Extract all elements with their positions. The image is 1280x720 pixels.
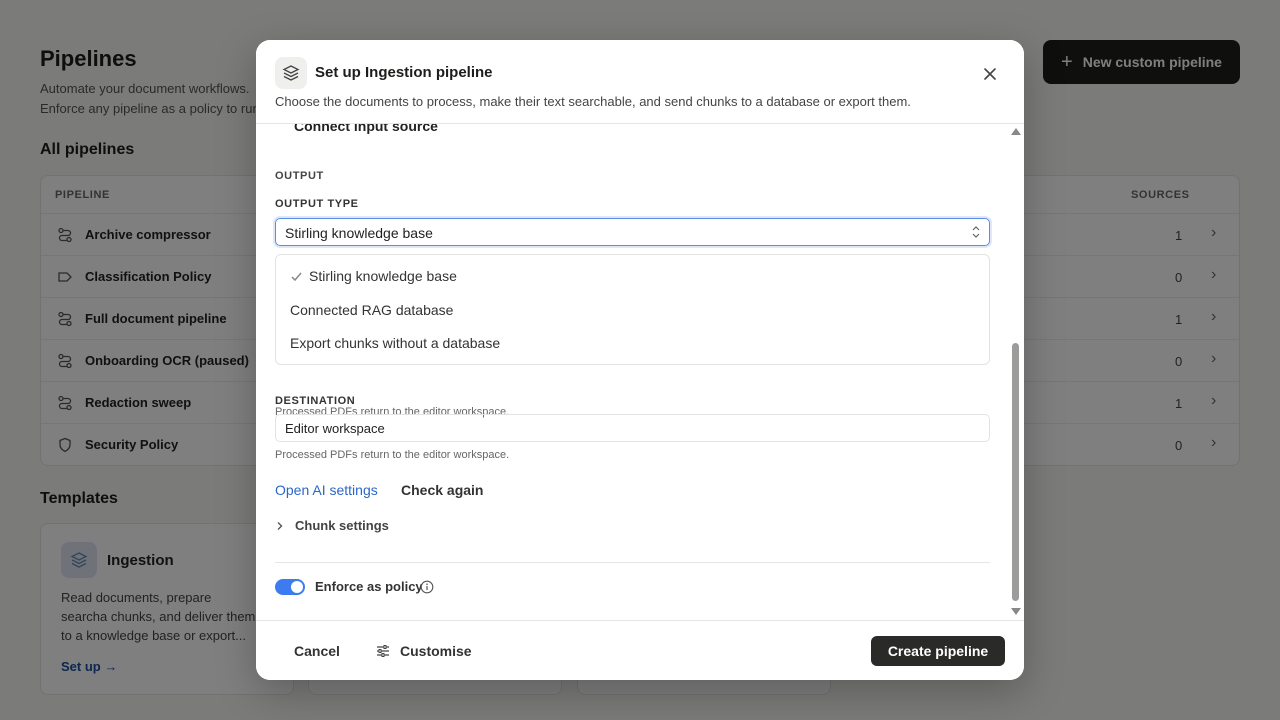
dialog-scrollbar[interactable]: [1010, 124, 1022, 620]
output-type-dropdown: Stirling knowledge base Connected RAG da…: [275, 254, 990, 365]
customise-button[interactable]: Customise: [376, 643, 472, 659]
option-label: Export chunks without a database: [290, 335, 501, 351]
open-ai-settings-link[interactable]: Open AI settings: [275, 482, 378, 498]
output-section-label: OUTPUT: [275, 170, 324, 182]
dropdown-option-stirling[interactable]: Stirling knowledge base: [290, 268, 457, 284]
scroll-down-arrow[interactable]: [1011, 608, 1021, 615]
chunk-settings-toggle[interactable]: Chunk settings: [275, 518, 389, 533]
dialog-header: Set up Ingestion pipeline Choose the doc…: [256, 40, 1024, 124]
cancel-button[interactable]: Cancel: [294, 643, 340, 659]
enforce-policy-switch[interactable]: [275, 579, 305, 595]
check-icon: [291, 272, 302, 281]
chunk-settings-label: Chunk settings: [295, 518, 389, 533]
output-type-select[interactable]: Stirling knowledge base: [275, 218, 990, 246]
create-pipeline-button[interactable]: Create pipeline: [871, 636, 1005, 666]
dropdown-option-rag[interactable]: Connected RAG database: [290, 302, 453, 318]
check-again-button[interactable]: Check again: [401, 482, 483, 498]
option-label: Stirling knowledge base: [309, 268, 457, 284]
dialog-footer: Cancel Customise Create pipeline: [256, 620, 1024, 680]
dropdown-option-export[interactable]: Export chunks without a database: [290, 335, 500, 351]
info-icon[interactable]: [420, 580, 434, 594]
divider: [275, 562, 990, 563]
select-arrows-icon: [972, 226, 980, 238]
output-type-value: Stirling knowledge base: [285, 225, 433, 241]
scrollbar-thumb[interactable]: [1012, 343, 1019, 601]
close-button[interactable]: [978, 62, 1002, 86]
destination-value: Editor workspace: [285, 421, 385, 436]
sliders-icon: [377, 645, 389, 657]
layers-icon: [275, 57, 307, 89]
destination-hint: Processed PDFs return to the editor work…: [275, 449, 510, 461]
setup-pipeline-dialog: Set up Ingestion pipeline Choose the doc…: [256, 40, 1024, 680]
dialog-body: Connect input source OUTPUT OUTPUT TYPE …: [256, 124, 1024, 620]
output-type-label: OUTPUT TYPE: [275, 198, 359, 210]
customise-label: Customise: [400, 643, 472, 659]
enforce-policy-label: Enforce as policy: [315, 579, 423, 594]
connect-input-source-row[interactable]: Connect input source: [294, 124, 438, 134]
destination-label: DESTINATION: [275, 395, 356, 407]
dialog-title: Set up Ingestion pipeline: [315, 64, 493, 81]
dialog-description: Choose the documents to process, make th…: [275, 94, 911, 109]
chevron-right-icon: [277, 521, 283, 530]
destination-field[interactable]: Editor workspace: [275, 414, 990, 442]
scroll-up-arrow[interactable]: [1011, 128, 1021, 135]
close-icon: [984, 68, 996, 80]
option-label: Connected RAG database: [290, 302, 454, 318]
